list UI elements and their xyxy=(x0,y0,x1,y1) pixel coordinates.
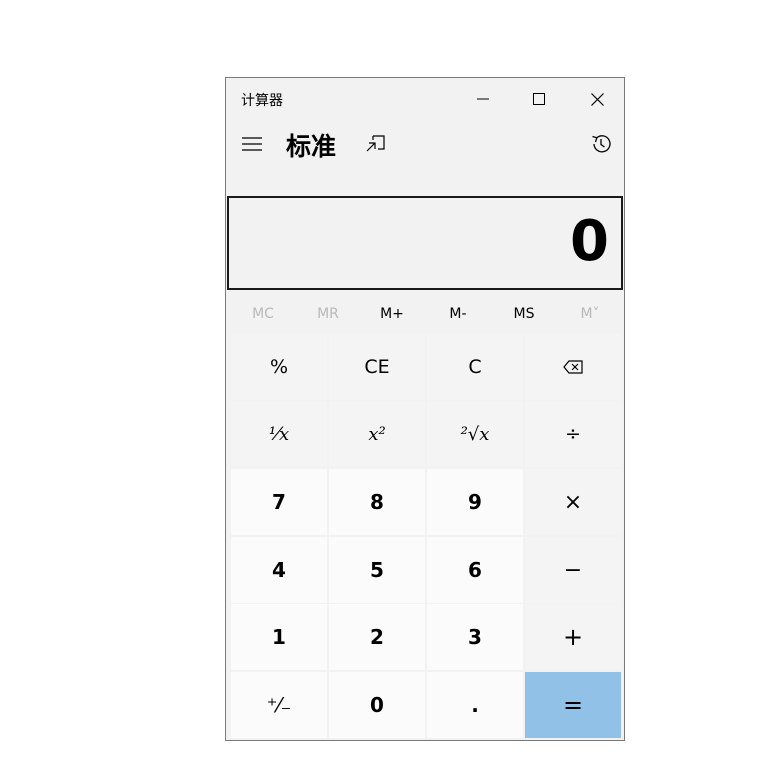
memory-recall-button[interactable]: MR xyxy=(296,298,360,330)
keep-on-top-icon xyxy=(366,135,385,152)
digit-3-button[interactable]: 3 xyxy=(427,604,523,670)
divide-button[interactable]: ÷ xyxy=(525,401,621,467)
square-root-label: ²√x xyxy=(460,423,490,445)
digit-9-button[interactable]: 9 xyxy=(427,469,523,535)
add-button[interactable]: + xyxy=(525,604,621,670)
digit-8-button[interactable]: 8 xyxy=(329,469,425,535)
clear-button[interactable]: C xyxy=(427,334,523,400)
keypad: % CE C ¹⁄x x² ²√x ÷ 7 8 9 × 4 5 6 − 1 2 … xyxy=(231,334,623,738)
digit-0-button[interactable]: 0 xyxy=(329,672,425,738)
clear-entry-button[interactable]: CE xyxy=(329,334,425,400)
memory-list-button[interactable]: M˅ xyxy=(558,298,622,330)
keep-on-top-button[interactable] xyxy=(359,128,391,160)
digit-5-button[interactable]: 5 xyxy=(329,537,425,603)
percent-button[interactable]: % xyxy=(231,334,327,400)
square-root-button[interactable]: ²√x xyxy=(427,401,523,467)
header: 标准 xyxy=(226,122,624,168)
memory-subtract-button[interactable]: M- xyxy=(426,298,490,330)
digit-6-button[interactable]: 6 xyxy=(427,537,523,603)
close-button[interactable] xyxy=(569,78,625,120)
memory-clear-button[interactable]: MC xyxy=(231,298,295,330)
multiply-button[interactable]: × xyxy=(525,469,621,535)
app-title: 计算器 xyxy=(241,93,283,109)
close-icon xyxy=(590,92,604,106)
result-display: 0 xyxy=(227,196,623,290)
hamburger-icon xyxy=(242,137,262,151)
subtract-button[interactable]: − xyxy=(525,537,621,603)
memory-row: MC MR M+ M- MS M˅ xyxy=(226,298,624,330)
minimize-button[interactable] xyxy=(455,78,511,120)
maximize-icon xyxy=(533,93,545,105)
digit-1-button[interactable]: 1 xyxy=(231,604,327,670)
calculator-window: 计算器 标准 0 MC MR M+ M- MS M˅ % CE C ¹⁄x x²… xyxy=(225,77,625,741)
display-value: 0 xyxy=(570,209,609,274)
digit-4-button[interactable]: 4 xyxy=(231,537,327,603)
digit-7-button[interactable]: 7 xyxy=(231,469,327,535)
square-button[interactable]: x² xyxy=(329,401,425,467)
memory-add-button[interactable]: M+ xyxy=(360,298,424,330)
square-label: x² xyxy=(368,423,386,445)
minimize-icon xyxy=(477,98,489,100)
memory-store-button[interactable]: MS xyxy=(492,298,556,330)
history-icon xyxy=(592,135,611,153)
reciprocal-label: ¹⁄x xyxy=(268,423,290,445)
digit-2-button[interactable]: 2 xyxy=(329,604,425,670)
navigation-menu-button[interactable] xyxy=(236,128,268,160)
maximize-button[interactable] xyxy=(511,78,567,120)
decimal-button[interactable]: . xyxy=(427,672,523,738)
backspace-button[interactable] xyxy=(525,334,621,400)
history-button[interactable] xyxy=(585,128,617,160)
backspace-icon xyxy=(563,360,583,374)
negate-button[interactable]: ⁺⁄₋ xyxy=(231,672,327,738)
mode-title: 标准 xyxy=(286,132,337,161)
reciprocal-button[interactable]: ¹⁄x xyxy=(231,401,327,467)
title-bar[interactable]: 计算器 xyxy=(226,78,624,120)
equals-button[interactable]: = xyxy=(525,672,621,738)
